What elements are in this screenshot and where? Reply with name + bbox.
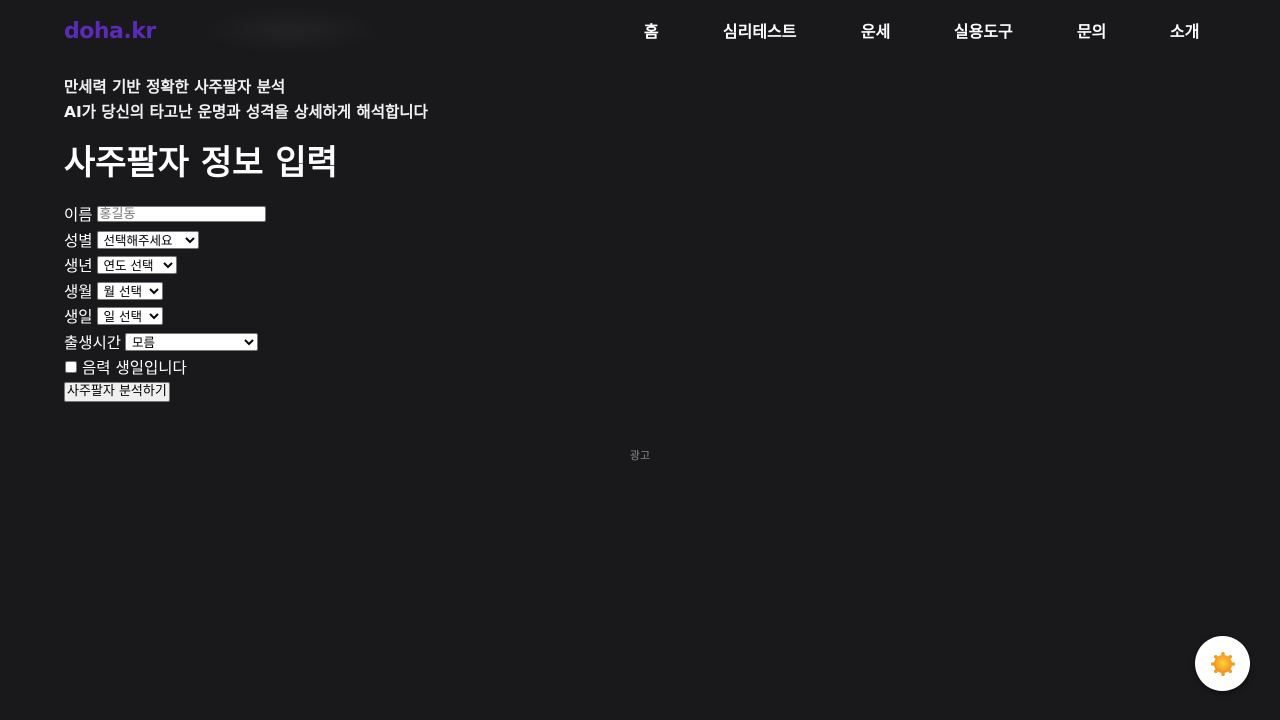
- time-select[interactable]: 모름: [125, 333, 259, 351]
- day-select[interactable]: 일 선택: [96, 307, 163, 325]
- month-row: 생월 월 선택: [64, 280, 163, 302]
- submit-button[interactable]: 사주팔자 분석하기: [64, 382, 170, 402]
- nav-item-psych-test[interactable]: 심리테스트: [723, 20, 797, 44]
- theme-toggle-button[interactable]: [1195, 636, 1250, 691]
- name-input[interactable]: [96, 206, 266, 222]
- form-title: 사주팔자 정보 입력: [64, 143, 338, 183]
- month-label: 생월: [64, 283, 93, 301]
- intro-line-2: AI가 당신의 타고난 운명과 성격을 상세하게 해석합니다: [64, 103, 428, 121]
- day-label: 생일: [64, 308, 93, 326]
- gender-label: 성별: [64, 232, 93, 250]
- site-header: doha.kr 홈 심리테스트 운세 실용도구 문의 소개: [0, 0, 1280, 64]
- year-select[interactable]: 연도 선택: [96, 256, 177, 274]
- month-select[interactable]: 월 선택: [96, 282, 163, 300]
- name-label: 이름: [64, 206, 93, 224]
- intro-line-1: 만세력 기반 정확한 사주팔자 분석: [64, 78, 286, 96]
- time-label: 출생시간: [64, 334, 122, 352]
- gender-select[interactable]: 선택해주세요: [96, 231, 199, 249]
- gender-row: 성별 선택해주세요: [64, 229, 199, 251]
- year-label: 생년: [64, 257, 93, 275]
- day-row: 생일 일 선택: [64, 305, 163, 327]
- year-row: 생년 연도 선택: [64, 254, 177, 276]
- nav-item-tools[interactable]: 실용도구: [954, 20, 1013, 44]
- site-logo[interactable]: doha.kr: [64, 18, 156, 46]
- lunar-checkbox[interactable]: [65, 361, 77, 373]
- lunar-label[interactable]: 음력 생일입니다: [82, 356, 187, 378]
- ad-label: 광고: [629, 449, 651, 462]
- sun-icon: [1210, 651, 1235, 676]
- nav-item-home[interactable]: 홈: [644, 20, 659, 44]
- nav-item-contact[interactable]: 문의: [1077, 20, 1106, 44]
- header-decoration: [190, 4, 390, 56]
- lunar-row: 음력 생일입니다: [64, 356, 187, 378]
- time-row: 출생시간 모름: [64, 331, 259, 353]
- nav-item-fortune[interactable]: 운세: [861, 20, 890, 44]
- name-row: 이름: [64, 203, 266, 225]
- nav-item-about[interactable]: 소개: [1170, 20, 1199, 44]
